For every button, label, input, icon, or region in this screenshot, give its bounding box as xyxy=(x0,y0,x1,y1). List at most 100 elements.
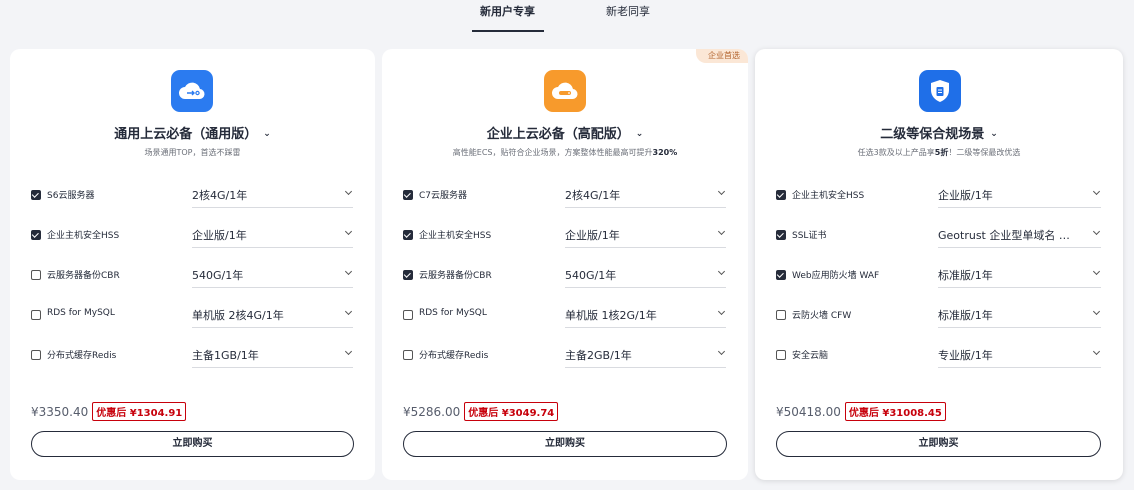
item-label: Web应用防火墙 WAF xyxy=(792,271,880,281)
chevron-down-icon xyxy=(717,307,726,316)
item-checkbox[interactable] xyxy=(776,230,786,240)
item-label: SSL证书 xyxy=(792,231,827,241)
buy-now-button[interactable]: 立即购买 xyxy=(776,431,1101,457)
spec-value: 企业版/1年 xyxy=(938,189,993,202)
buy-now-button[interactable]: 立即购买 xyxy=(403,431,727,457)
tab-new-user[interactable]: 新用户专享 xyxy=(480,3,535,19)
item-checkbox[interactable] xyxy=(776,190,786,200)
chevron-down-icon xyxy=(717,227,726,236)
package-card-general: 通用上云必备（通用版） ⌄ 场景通用TOP，首选不踩雷 S6云服务器 2核4G/1… xyxy=(10,49,375,480)
list-item: RDS for MySQL 单机版 1核2G/1年 xyxy=(382,304,748,328)
list-item: 安全云脑 专业版/1年 xyxy=(755,344,1123,368)
price-row: ¥50418.00 优惠后 ¥31008.45 xyxy=(776,401,946,421)
card-title[interactable]: 二级等保合规场景 ⌄ xyxy=(755,123,1123,142)
list-item: RDS for MySQL 单机版 2核4G/1年 xyxy=(10,304,375,328)
cloud-storage-icon xyxy=(544,70,586,112)
item-label: 云服务器备份CBR xyxy=(419,271,492,281)
item-label: S6云服务器 xyxy=(47,191,95,201)
spec-select[interactable]: 2核4G/1年 xyxy=(192,184,353,208)
item-checkbox[interactable] xyxy=(776,350,786,360)
spec-select[interactable]: 企业版/1年 xyxy=(192,224,353,248)
card-title[interactable]: 企业上云必备（高配版） ⌄ xyxy=(382,123,748,142)
card-subtitle: 任选3款及以上产品享5折！二级等保最改优选 xyxy=(857,148,1021,157)
buy-now-button[interactable]: 立即购买 xyxy=(31,431,354,457)
spec-select[interactable]: 单机版 2核4G/1年 xyxy=(192,304,353,328)
spec-value: 主备2GB/1年 xyxy=(565,349,632,362)
chevron-down-icon: ⌄ xyxy=(263,129,271,139)
item-label: 企业主机安全HSS xyxy=(419,231,492,241)
original-price: ¥5286.00 xyxy=(403,404,461,419)
spec-select[interactable]: 540G/1年 xyxy=(192,264,353,288)
item-label: RDS for MySQL xyxy=(47,308,115,318)
spec-value: 540G/1年 xyxy=(192,269,244,282)
chevron-down-icon xyxy=(1092,267,1101,276)
spec-select[interactable]: 标准版/1年 xyxy=(938,304,1101,328)
list-item: 云防火墙 CFW 标准版/1年 xyxy=(755,304,1123,328)
item-checkbox[interactable] xyxy=(31,230,41,240)
list-item: 企业主机安全HSS 企业版/1年 xyxy=(10,224,375,248)
spec-select[interactable]: 单机版 1核2G/1年 xyxy=(565,304,726,328)
spec-select[interactable]: 标准版/1年 xyxy=(938,264,1101,288)
item-checkbox[interactable] xyxy=(403,270,413,280)
card-title[interactable]: 通用上云必备（通用版） ⌄ xyxy=(10,123,375,142)
chevron-down-icon: ⌄ xyxy=(990,129,998,139)
item-label: 云服务器备份CBR xyxy=(47,271,120,281)
active-tab-indicator xyxy=(472,30,544,32)
spec-select[interactable]: 企业版/1年 xyxy=(938,184,1101,208)
spec-value: 2核4G/1年 xyxy=(565,189,621,202)
spec-select[interactable]: 企业版/1年 xyxy=(565,224,726,248)
chevron-down-icon: ⌄ xyxy=(635,129,644,139)
spec-select[interactable]: 2核4G/1年 xyxy=(565,184,726,208)
list-item: 分布式缓存Redis 主备2GB/1年 xyxy=(382,344,748,368)
spec-select[interactable]: 540G/1年 xyxy=(565,264,726,288)
spec-value: 单机版 1核2G/1年 xyxy=(565,309,657,322)
chevron-down-icon xyxy=(717,347,726,356)
item-checkbox[interactable] xyxy=(403,230,413,240)
spec-select[interactable]: 主备1GB/1年 xyxy=(192,344,353,368)
tab-all-users[interactable]: 新老同享 xyxy=(606,3,650,19)
spec-value: 2核4G/1年 xyxy=(192,189,248,202)
discount-price-badge: 优惠后 ¥31008.45 xyxy=(844,402,946,421)
spec-select[interactable]: 主备2GB/1年 xyxy=(565,344,726,368)
item-label: 云防火墙 CFW xyxy=(792,311,852,321)
chevron-down-icon xyxy=(1092,347,1101,356)
item-checkbox[interactable] xyxy=(31,190,41,200)
item-label: 企业主机安全HSS xyxy=(792,191,865,201)
item-checkbox[interactable] xyxy=(403,190,413,200)
item-checkbox[interactable] xyxy=(31,350,41,360)
item-label: 分布式缓存Redis xyxy=(47,351,117,361)
tab-bar: 新用户专享 新老同享 xyxy=(0,0,1134,34)
item-label: 安全云脑 xyxy=(792,351,829,361)
item-checkbox[interactable] xyxy=(403,350,413,360)
list-item: C7云服务器 2核4G/1年 xyxy=(382,184,748,208)
chevron-down-icon xyxy=(344,267,353,276)
spec-select[interactable]: Geotrust 企业型单域名 … xyxy=(938,224,1101,248)
spec-select[interactable]: 专业版/1年 xyxy=(938,344,1101,368)
original-price: ¥50418.00 xyxy=(776,404,841,419)
chevron-down-icon xyxy=(1092,307,1101,316)
recommend-badge: 企业首选 xyxy=(696,49,748,63)
discount-price-badge: 优惠后 ¥3049.74 xyxy=(464,402,559,421)
list-item: SSL证书 Geotrust 企业型单域名 … xyxy=(755,224,1123,248)
spec-value: 企业版/1年 xyxy=(565,229,620,242)
chevron-down-icon xyxy=(344,347,353,356)
list-item: 分布式缓存Redis 主备1GB/1年 xyxy=(10,344,375,368)
item-checkbox[interactable] xyxy=(31,270,41,280)
item-checkbox[interactable] xyxy=(403,310,413,320)
item-label: RDS for MySQL xyxy=(419,308,487,318)
spec-value: Geotrust 企业型单域名 … xyxy=(938,229,1070,242)
card-subtitle: 场景通用TOP，首选不踩雷 xyxy=(144,148,241,157)
item-checkbox[interactable] xyxy=(31,310,41,320)
item-label: 企业主机安全HSS xyxy=(47,231,120,241)
item-checkbox[interactable] xyxy=(776,310,786,320)
chevron-down-icon xyxy=(717,187,726,196)
item-checkbox[interactable] xyxy=(776,270,786,280)
package-card-compliance: 二级等保合规场景 ⌄ 任选3款及以上产品享5折！二级等保最改优选 企业主机安全HS… xyxy=(755,49,1123,480)
package-card-enterprise: 企业首选 企业上云必备（高配版） ⌄ 高性能ECS，贴符合企业场景，方案整体性能最… xyxy=(382,49,748,480)
list-item: 企业主机安全HSS 企业版/1年 xyxy=(382,224,748,248)
chevron-down-icon xyxy=(344,307,353,316)
list-item: 云服务器备份CBR 540G/1年 xyxy=(382,264,748,288)
spec-value: 标准版/1年 xyxy=(938,309,993,322)
list-item: Web应用防火墙 WAF 标准版/1年 xyxy=(755,264,1123,288)
security-shield-icon xyxy=(919,70,961,112)
